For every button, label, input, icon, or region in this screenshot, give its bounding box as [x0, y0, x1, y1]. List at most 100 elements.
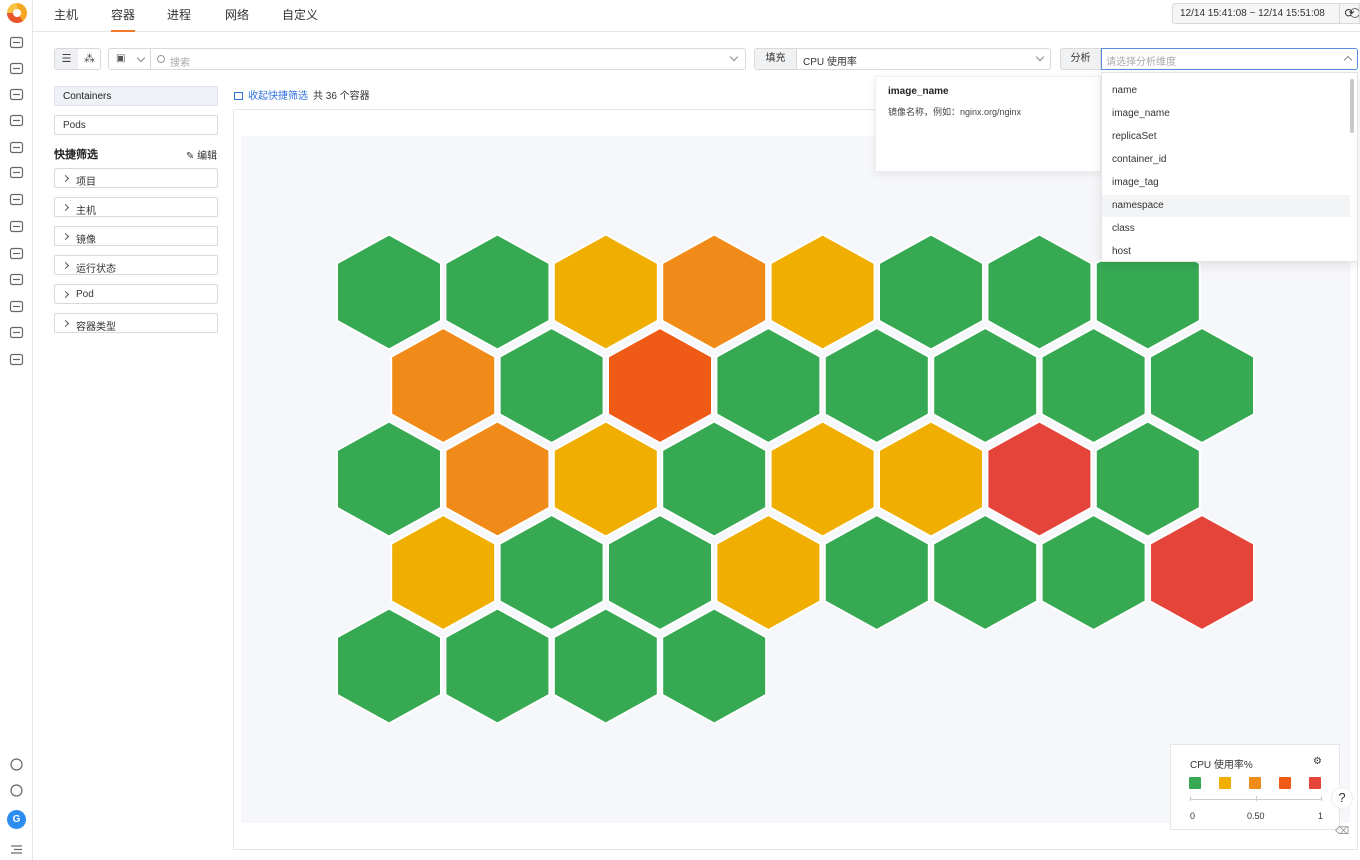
object-type-icon: ▣: [116, 53, 126, 64]
collapse-link-label: 收起快捷筛选: [248, 91, 308, 102]
dropdown-option-class[interactable]: class: [1102, 218, 1350, 240]
quick-filter-item[interactable]: 镜像: [54, 226, 218, 246]
quick-filter-item-label: 项目: [76, 177, 96, 188]
help-button[interactable]: ?: [1331, 787, 1353, 809]
filter-clear-icon[interactable]: ⌫: [1335, 826, 1349, 837]
send-icon[interactable]: [9, 758, 24, 771]
rum-icon[interactable]: [9, 220, 24, 233]
hexmap-view-icon[interactable]: ⁂: [78, 49, 101, 69]
synthetic-icon[interactable]: [9, 300, 24, 313]
legend-tick: [1256, 796, 1257, 801]
legend-tick-label: 0.50: [1247, 811, 1265, 821]
tab-network[interactable]: 网络: [225, 6, 249, 32]
help-circle-icon[interactable]: [9, 784, 24, 797]
chevron-down-icon: [136, 53, 146, 63]
container-total-count: 共 36 个容器: [313, 91, 370, 102]
database-icon[interactable]: [9, 273, 24, 286]
legend-swatch-red: [1309, 777, 1321, 789]
apps-icon[interactable]: [9, 193, 24, 206]
search-icon: [157, 55, 165, 63]
legend-tick-label: 0: [1190, 811, 1196, 821]
quick-filter-item[interactable]: 主机: [54, 197, 218, 217]
list-view-icon[interactable]: ☰: [55, 49, 78, 69]
color-legend: CPU 使用率% ⚙ 0 0.50 1: [1170, 744, 1340, 830]
dropdown-option-image-name[interactable]: image_name: [1102, 103, 1350, 125]
security-icon[interactable]: [9, 247, 24, 260]
settings-sliders-icon[interactable]: [9, 353, 24, 366]
time-range-picker[interactable]: 12/14 15:41:08 ~ 12/14 15:51:08: [1172, 3, 1360, 24]
gear-icon[interactable]: ⚙: [1313, 756, 1322, 767]
containers-tab[interactable]: Containers: [54, 86, 218, 106]
tab-container[interactable]: 容器: [111, 6, 136, 32]
user-avatar[interactable]: G: [7, 810, 26, 829]
ci-icon[interactable]: [9, 326, 24, 339]
legend-tick: [1190, 796, 1191, 801]
analyze-placeholder: 请选择分析维度: [1106, 57, 1176, 68]
question-icon: ?: [1338, 790, 1346, 805]
quick-filter-item[interactable]: 项目: [54, 168, 218, 188]
analyze-label: 分析: [1060, 48, 1101, 70]
time-range-text: 12/14 15:41:08 ~ 12/14 15:51:08: [1180, 8, 1325, 19]
search-placeholder: 搜索: [170, 58, 190, 69]
dropdown-scrollbar[interactable]: [1350, 79, 1354, 133]
chevron-right-icon: [61, 174, 70, 183]
quick-filter-item[interactable]: Pod: [54, 284, 218, 304]
refresh-button[interactable]: ⟳: [1339, 3, 1360, 24]
dropdown-option-namespace[interactable]: namespace: [1102, 195, 1350, 217]
edit-label: 编辑: [197, 151, 218, 162]
legend-swatch-green: [1189, 777, 1201, 789]
legend-swatch-orange: [1249, 777, 1261, 789]
dropdown-option-replicaset[interactable]: replicaSet: [1102, 126, 1350, 148]
app-logo-icon[interactable]: [7, 3, 27, 23]
infrastructure-icon[interactable]: [9, 88, 24, 101]
legend-tick: [1321, 796, 1322, 801]
quick-filter-item[interactable]: 容器类型: [54, 313, 218, 333]
chevron-right-icon: [61, 261, 70, 270]
legend-swatch-deep-orange: [1279, 777, 1291, 789]
legend-title: CPU 使用率%: [1190, 760, 1253, 771]
left-icon-rail: G: [0, 0, 33, 860]
object-type-select[interactable]: ▣: [108, 48, 151, 70]
metrics-icon[interactable]: [9, 114, 24, 127]
quick-filter-item-label: 镜像: [76, 235, 96, 246]
chevron-right-icon: [61, 290, 70, 299]
search-input[interactable]: 搜索: [151, 48, 746, 70]
quick-filter-item-label: Pod: [76, 289, 94, 300]
chevron-down-icon: [729, 52, 739, 62]
quick-filter-item-label: 容器类型: [76, 322, 116, 333]
pencil-icon: ✎: [186, 151, 195, 162]
dimension-tooltip: image_name 镜像名称，例如：nginx.org/nginx: [875, 76, 1101, 172]
fill-label: 填充: [755, 49, 797, 69]
tab-custom[interactable]: 自定义: [282, 6, 318, 32]
calendar-icon[interactable]: [9, 62, 24, 75]
dropdown-option-image-tag[interactable]: image_tag: [1102, 172, 1350, 194]
tab-process[interactable]: 进程: [167, 6, 191, 32]
dropdown-option-host[interactable]: host: [1102, 241, 1350, 261]
quick-filter-item[interactable]: 运行状态: [54, 255, 218, 275]
pods-tab[interactable]: Pods: [54, 115, 218, 135]
tooltip-description: 镜像名称，例如：nginx.org/nginx: [888, 107, 1022, 117]
chevron-right-icon: [61, 319, 70, 328]
dropdown-option-container-id[interactable]: container_id: [1102, 149, 1350, 171]
collapse-menu-icon[interactable]: [9, 843, 24, 856]
trace-icon[interactable]: [9, 166, 24, 179]
quick-filter-item-label: 主机: [76, 206, 96, 217]
panel-collapse-icon: [234, 92, 243, 100]
collapse-quick-filter-link[interactable]: 收起快捷筛选: [234, 87, 308, 102]
fill-metric-select[interactable]: 填充 CPU 使用率: [754, 48, 1051, 70]
tab-host[interactable]: 主机: [54, 6, 78, 32]
tooltip-title: image_name: [888, 86, 949, 97]
view-toggle: ☰ ⁂: [54, 48, 101, 70]
analyze-dimension-input[interactable]: 请选择分析维度: [1101, 48, 1358, 70]
fill-value: CPU 使用率: [803, 57, 857, 68]
legend-tick-label: 1: [1318, 811, 1324, 821]
analyze-dimension-dropdown: name image_name replicaSet container_id imag…: [1101, 72, 1358, 262]
legend-swatch-yellow: [1219, 777, 1231, 789]
quick-filter-item-label: 运行状态: [76, 264, 116, 275]
dropdown-option-name[interactable]: name: [1102, 80, 1350, 102]
monitor-icon[interactable]: [9, 36, 24, 49]
log-search-icon[interactable]: [9, 141, 24, 154]
chevron-right-icon: [61, 203, 70, 212]
quick-filter-title: 快捷筛选: [54, 149, 98, 161]
quick-filter-edit-button[interactable]: ✎ 编辑: [186, 147, 217, 162]
